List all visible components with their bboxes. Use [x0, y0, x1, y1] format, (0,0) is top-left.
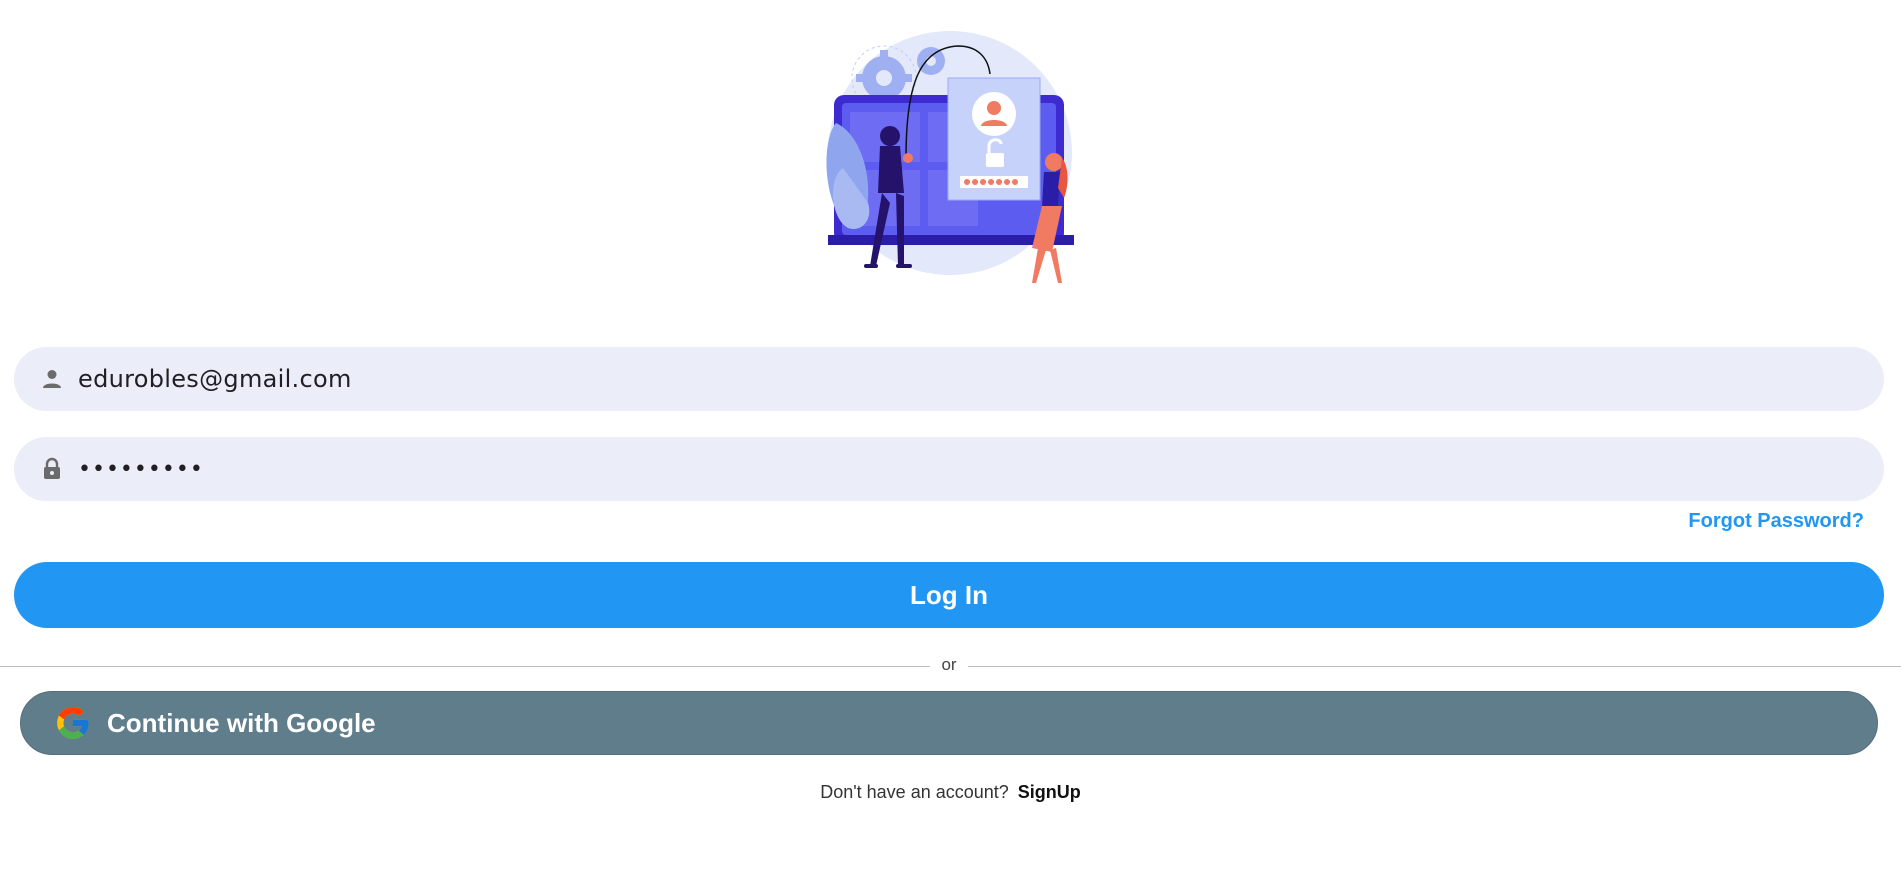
password-input[interactable]: [78, 456, 1778, 482]
lock-icon: [39, 456, 65, 482]
password-field[interactable]: [14, 437, 1884, 501]
signup-link[interactable]: SignUp: [1018, 782, 1081, 802]
google-g-icon: [57, 707, 89, 739]
login-button[interactable]: Log In: [14, 562, 1884, 628]
signup-prompt-row: Don't have an account? SignUp: [0, 782, 1901, 803]
divider-or-text: or: [930, 655, 968, 675]
person-icon: [39, 366, 65, 392]
email-input[interactable]: [78, 365, 1778, 393]
google-button-label: Continue with Google: [107, 707, 376, 738]
signup-prompt-text: Don't have an account?: [820, 782, 1009, 802]
login-illustration: [826, 31, 1074, 283]
forgot-password-link[interactable]: Forgot Password?: [1688, 510, 1864, 533]
email-field[interactable]: [14, 347, 1884, 411]
continue-with-google-button[interactable]: Continue with Google: [20, 691, 1878, 755]
